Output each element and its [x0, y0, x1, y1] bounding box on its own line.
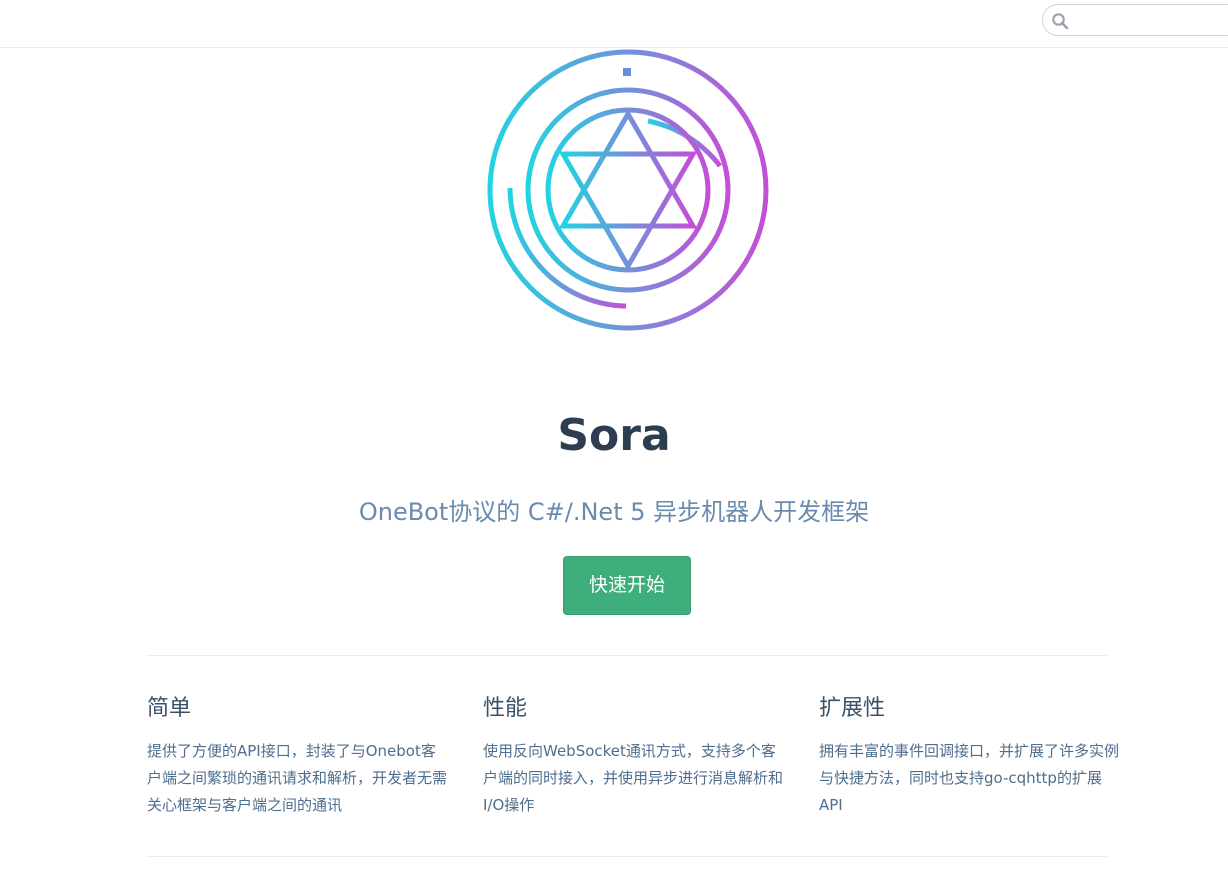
hero-description: OneBot协议的 C#/.Net 5 异步机器人开发框架	[358, 498, 870, 526]
features: 简单 提供了方便的API接口，封装了与Onebot客户端之间繁琐的通讯请求和解析…	[147, 680, 1119, 850]
navbar	[0, 0, 1228, 48]
hero-title: Sora	[557, 410, 671, 461]
search-box[interactable]	[1042, 4, 1228, 36]
feature-details: 拥有丰富的事件回调接口，并扩展了许多实例与快捷方法，同时也支持go-cqhttp…	[819, 742, 1120, 814]
feature-title: 性能	[483, 696, 528, 721]
search-icon	[1052, 13, 1069, 30]
feature-title: 扩展性	[819, 696, 886, 721]
features-divider-bottom	[147, 856, 1107, 857]
get-started-button[interactable]: 快速开始	[563, 556, 691, 615]
features-divider-top	[147, 655, 1107, 656]
feature-title: 简单	[147, 696, 192, 721]
feature-performance: 性能 使用反向WebSocket通讯方式，支持多个客户端的同时接入，并使用异步进…	[483, 680, 783, 819]
feature-extensibility: 扩展性 拥有丰富的事件回调接口，并扩展了许多实例与快捷方法，同时也支持go-cq…	[819, 680, 1119, 819]
feature-details: 使用反向WebSocket通讯方式，支持多个客户端的同时接入，并使用异步进行消息…	[483, 742, 784, 814]
sora-logo-icon	[487, 49, 769, 331]
hero-logo	[486, 48, 770, 332]
feature-details: 提供了方便的API接口，封装了与Onebot客户端之间繁琐的通讯请求和解析，开发…	[147, 742, 448, 814]
feature-simple: 简单 提供了方便的API接口，封装了与Onebot客户端之间繁琐的通讯请求和解析…	[147, 680, 447, 819]
search-input[interactable]	[1073, 9, 1227, 33]
